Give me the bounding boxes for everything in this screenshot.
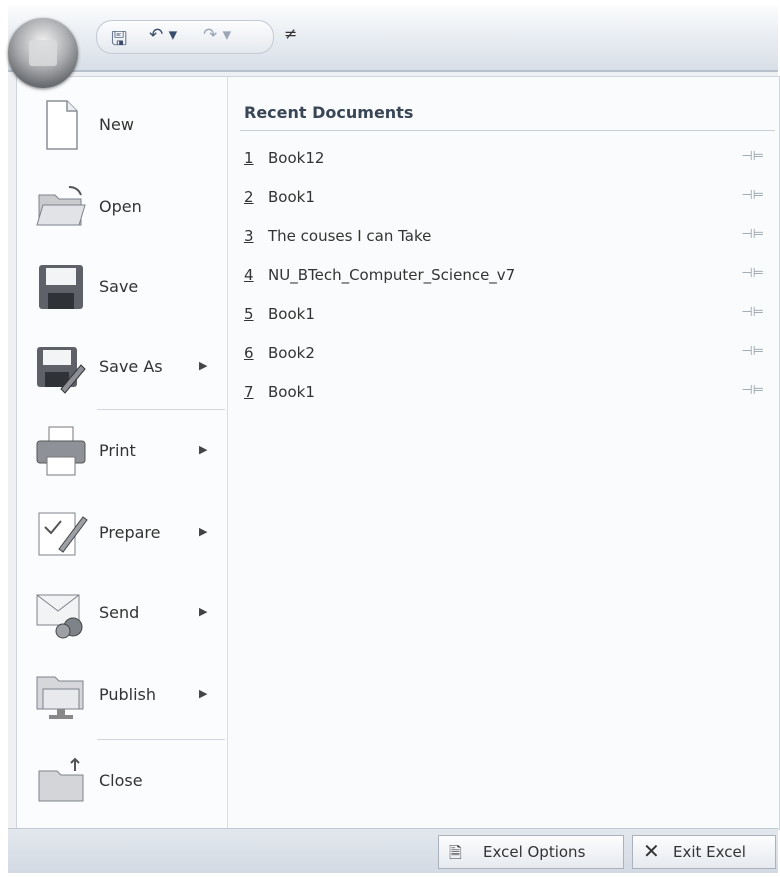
recent-document-name: Book1: [268, 383, 315, 401]
recent-document-number: 1: [244, 149, 254, 167]
excel-options-button[interactable]: 🗎 Excel Options: [438, 835, 624, 869]
save-as-icon: [37, 347, 86, 394]
menu-footer: 🗎 Excel Options ✕ Exit Excel: [8, 828, 778, 873]
recent-document-item[interactable]: 2 Book1 ⊣⊨: [244, 188, 764, 214]
menu-item-label: Publish: [99, 685, 157, 704]
menu-item-prepare[interactable]: Prepare ▶: [17, 495, 227, 571]
pin-icon[interactable]: ⊣⊨: [741, 305, 764, 320]
pin-icon[interactable]: ⊣⊨: [741, 383, 764, 398]
menu-item-label: Close: [99, 771, 143, 790]
open-folder-icon: [36, 186, 86, 226]
menu-item-label: Prepare: [99, 523, 161, 542]
exit-excel-button[interactable]: ✕ Exit Excel: [632, 835, 776, 869]
customize-toolbar-icon[interactable]: ≠: [284, 24, 297, 43]
menu-item-label: Send: [99, 603, 140, 622]
publish-icon: [36, 676, 84, 719]
office-button[interactable]: [8, 18, 78, 88]
pin-icon[interactable]: ⊣⊨: [741, 149, 764, 164]
menu-commands-pane: New Open Save Save As ▶ Print ▶ Prepare …: [17, 77, 228, 829]
exit-excel-label: Exit Excel: [673, 843, 746, 861]
pin-icon[interactable]: ⊣⊨: [741, 188, 764, 203]
recent-document-number: 7: [244, 383, 254, 401]
new-document-icon: [46, 100, 78, 150]
pin-icon[interactable]: ⊣⊨: [741, 227, 764, 242]
menu-item-save[interactable]: Save: [17, 249, 227, 325]
save-disk-icon: [39, 265, 83, 309]
send-icon: [36, 594, 83, 639]
recent-document-item[interactable]: 6 Book2 ⊣⊨: [244, 344, 764, 370]
close-folder-icon: [38, 757, 84, 802]
recent-document-name: Book1: [268, 305, 315, 323]
office-logo-icon: [29, 40, 57, 66]
submenu-arrow-icon: ▶: [199, 687, 208, 700]
submenu-arrow-icon: ▶: [199, 443, 208, 456]
menu-item-label: Save As: [99, 357, 163, 376]
recent-document-name: The couses I can Take: [268, 227, 432, 245]
menu-item-label: Print: [99, 441, 136, 460]
menu-item-open[interactable]: Open: [17, 169, 227, 245]
menu-item-save-as[interactable]: Save As ▶: [17, 329, 227, 405]
submenu-arrow-icon: ▶: [199, 359, 208, 372]
office-menu-window: 🖫 ↶ ▾ ↷ ▾ ≠ New Open Save Save As ▶ Prin…: [8, 6, 780, 873]
recent-document-number: 6: [244, 344, 254, 362]
printer-icon: [36, 426, 86, 476]
submenu-arrow-icon: ▶: [199, 525, 208, 538]
submenu-arrow-icon: ▶: [199, 605, 208, 618]
menu-separator: [97, 409, 225, 410]
recent-document-item[interactable]: 5 Book1 ⊣⊨: [244, 305, 764, 331]
undo-icon[interactable]: ↶ ▾: [149, 25, 177, 45]
redo-icon[interactable]: ↷ ▾: [203, 25, 231, 45]
menu-item-publish[interactable]: Publish ▶: [17, 657, 227, 733]
menu-item-new[interactable]: New: [17, 87, 227, 163]
recent-document-name: Book2: [268, 344, 315, 362]
menu-item-print[interactable]: Print ▶: [17, 413, 227, 489]
menu-item-label: Save: [99, 277, 139, 296]
menu-item-close[interactable]: Close: [17, 743, 227, 819]
recent-document-item[interactable]: 1 Book12 ⊣⊨: [244, 149, 764, 175]
options-icon: 🗎: [449, 843, 462, 862]
quick-access-toolbar: 🖫 ↶ ▾ ↷ ▾: [96, 20, 274, 54]
recent-document-name: Book1: [268, 188, 315, 206]
recent-document-number: 3: [244, 227, 254, 245]
recent-document-item[interactable]: 4 NU_BTech_Computer_Science_v7 ⊣⊨: [244, 266, 764, 292]
menu-item-label: New: [99, 115, 134, 134]
recent-documents-pane: Recent Documents 1 Book12 ⊣⊨ 2 Book1 ⊣⊨ …: [228, 77, 779, 829]
save-icon[interactable]: 🖫: [111, 25, 127, 57]
recent-document-item[interactable]: 3 The couses I can Take ⊣⊨: [244, 227, 764, 253]
title-bar: 🖫 ↶ ▾ ↷ ▾ ≠: [8, 6, 778, 72]
recent-document-name: Book12: [268, 149, 325, 167]
recent-document-name: NU_BTech_Computer_Science_v7: [268, 266, 516, 284]
recent-document-number: 5: [244, 305, 254, 323]
recent-document-number: 2: [244, 188, 254, 206]
menu-item-label: Open: [99, 197, 142, 216]
office-menu: New Open Save Save As ▶ Print ▶ Prepare …: [16, 76, 780, 830]
pin-icon[interactable]: ⊣⊨: [741, 344, 764, 359]
menu-item-send[interactable]: Send ▶: [17, 575, 227, 651]
recent-document-number: 4: [244, 266, 254, 284]
menu-separator: [97, 739, 225, 740]
pin-icon[interactable]: ⊣⊨: [741, 266, 764, 281]
recent-documents-title: Recent Documents: [244, 103, 414, 122]
close-x-icon: ✕: [643, 839, 660, 863]
recent-document-item[interactable]: 7 Book1 ⊣⊨: [244, 383, 764, 409]
prepare-icon: [38, 512, 88, 556]
recent-documents-divider: [240, 130, 775, 131]
excel-options-label: Excel Options: [483, 843, 586, 861]
